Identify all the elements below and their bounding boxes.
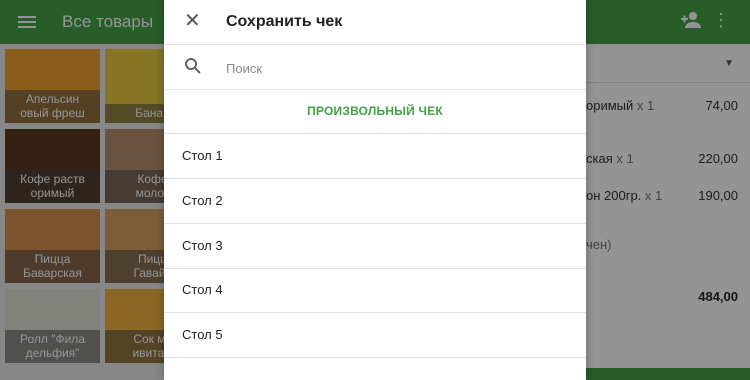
- table-list-item[interactable]: Стол 3: [164, 224, 586, 269]
- table-list-item[interactable]: Стол 5: [164, 313, 586, 358]
- dialog-header: ✕ Сохранить чек: [164, 0, 586, 45]
- table-list-item[interactable]: Стол 4: [164, 268, 586, 313]
- custom-check-button[interactable]: ПРОИЗВОЛЬНЫЙ ЧЕК: [164, 90, 586, 134]
- table-list-item[interactable]: Стол 2: [164, 179, 586, 224]
- table-list-item[interactable]: Стол 1: [164, 134, 586, 179]
- table-name: Стол 2: [182, 193, 223, 208]
- table-name: Стол 4: [182, 282, 223, 297]
- search-icon: [185, 58, 201, 74]
- table-name: Стол 1: [182, 148, 223, 163]
- app-root: Все товары ⋮ Апельсин овый фреш Банан Ко…: [0, 0, 750, 380]
- search-bar: [164, 45, 586, 90]
- close-icon[interactable]: ✕: [184, 10, 201, 32]
- table-name: Стол 3: [182, 238, 223, 253]
- dialog-title: Сохранить чек: [226, 13, 343, 30]
- table-name: Стол 5: [182, 327, 223, 342]
- search-input[interactable]: [224, 55, 558, 81]
- save-check-dialog: ✕ Сохранить чек ПРОИЗВОЛЬНЫЙ ЧЕК Стол 1 …: [164, 0, 586, 380]
